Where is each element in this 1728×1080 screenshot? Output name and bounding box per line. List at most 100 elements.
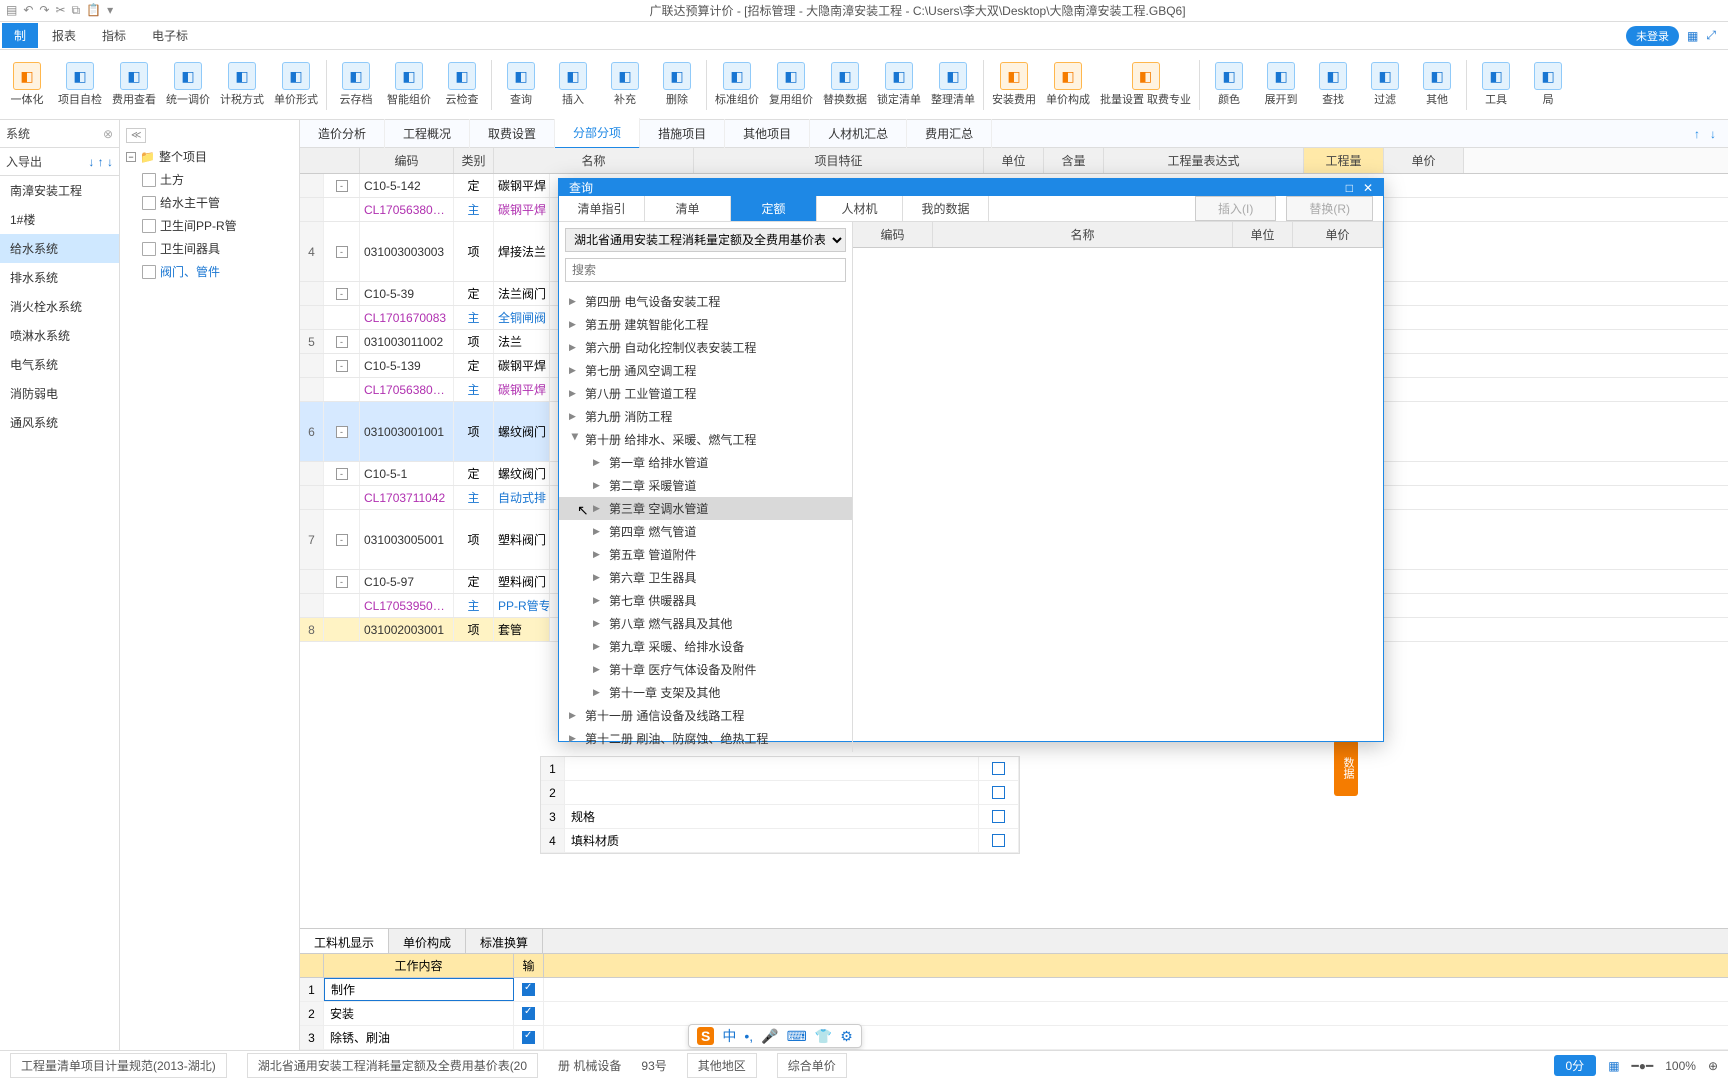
ribbon-14[interactable]: ◧删除 — [652, 52, 702, 118]
brow-check[interactable] — [514, 1026, 544, 1049]
leftnav-item[interactable]: 给水系统 — [0, 234, 119, 263]
tree-item[interactable]: 给水主干管 — [122, 191, 297, 214]
tree-item[interactable]: 土方 — [122, 168, 297, 191]
zoom-slider[interactable]: ━●━ — [1632, 1059, 1654, 1073]
subtab-1[interactable]: 工程概况 — [385, 119, 470, 148]
ime-skin-icon[interactable]: 👕 — [815, 1028, 832, 1045]
subtab-5[interactable]: 其他项目 — [725, 119, 810, 148]
ribbon-32[interactable]: ◧工具 — [1471, 52, 1521, 118]
status-region[interactable]: 其他地区 — [687, 1053, 757, 1078]
row-expand[interactable] — [324, 594, 360, 617]
ribbon-11[interactable]: ◧查询 — [496, 52, 546, 118]
ribbon-19[interactable]: ◧锁定清单 — [873, 52, 925, 118]
ribbon-27[interactable]: ◧展开到 — [1256, 52, 1306, 118]
ribbon-22[interactable]: ◧安装费用 — [988, 52, 1040, 118]
login-button[interactable]: 未登录 — [1626, 26, 1679, 46]
grid-header-2[interactable]: 类别 — [454, 148, 494, 173]
expand-icon[interactable]: ⤢ — [1706, 28, 1716, 43]
nav-arrows[interactable]: ↑↓ — [1682, 127, 1728, 141]
ribbon-9[interactable]: ◧云检查 — [437, 52, 487, 118]
rr-check[interactable] — [979, 805, 1019, 828]
ribbon-26[interactable]: ◧颜色 — [1204, 52, 1254, 118]
row-expand[interactable] — [324, 486, 360, 509]
status-quota[interactable]: 湖北省通用安装工程消耗量定额及全费用基价表(20 — [247, 1053, 538, 1078]
ribbon-30[interactable]: ◧其他 — [1412, 52, 1462, 118]
insert-button[interactable]: 插入(I) — [1195, 196, 1276, 221]
menu-tab-0[interactable]: 制 — [2, 23, 38, 48]
row-expand[interactable]: - — [324, 354, 360, 377]
ribbon-3[interactable]: ◧统一调价 — [162, 52, 214, 118]
tree-node[interactable]: ▶第五册 建筑智能化工程 — [559, 313, 852, 336]
dialog-close-icon[interactable]: ✕ — [1363, 181, 1373, 195]
rr-check[interactable] — [979, 757, 1019, 780]
row-expand[interactable]: - — [324, 174, 360, 197]
dialog-tab-1[interactable]: 清单 — [645, 196, 731, 221]
bottom-tab-0[interactable]: 工料机显示 — [300, 929, 389, 953]
right-row[interactable]: 1 — [541, 757, 1019, 781]
tree-item[interactable]: 阀门、管件 — [122, 260, 297, 283]
tree-node[interactable]: ▶第一章 给排水管道 — [559, 451, 852, 474]
copy-icon[interactable]: ⧉ — [72, 3, 81, 18]
row-expand[interactable]: - — [324, 570, 360, 593]
leftnav-item[interactable]: 南漳安装工程 — [0, 176, 119, 205]
ribbon-17[interactable]: ◧复用组价 — [765, 52, 817, 118]
bottom-row[interactable]: 1制作 — [300, 978, 1728, 1002]
row-expand[interactable] — [324, 378, 360, 401]
ribbon-24[interactable]: ◧批量设置 取费专业 — [1096, 52, 1195, 118]
menu-tab-1[interactable]: 报表 — [40, 23, 88, 48]
menu-tab-2[interactable]: 指标 — [90, 23, 138, 48]
ribbon-1[interactable]: ◧项目自检 — [54, 52, 106, 118]
score-badge[interactable]: 0分 — [1554, 1055, 1597, 1076]
grid-header-8[interactable]: 工程量 — [1304, 148, 1384, 173]
leftnav-item[interactable]: 消火栓水系统 — [0, 292, 119, 321]
grid-header-3[interactable]: 名称 — [494, 148, 694, 173]
dialog-titlebar[interactable]: 查询 □ ✕ — [559, 179, 1383, 196]
cut-icon[interactable]: ✂ — [55, 3, 65, 18]
bottom-row[interactable]: 3除锈、刷油 — [300, 1026, 1728, 1050]
ribbon-8[interactable]: ◧智能组价 — [383, 52, 435, 118]
grid-header-1[interactable]: 编码 — [360, 148, 454, 173]
row-expand[interactable] — [324, 306, 360, 329]
replace-button[interactable]: 替换(R) — [1286, 196, 1373, 221]
row-expand[interactable]: - — [324, 402, 360, 461]
ime-punct-icon[interactable]: •, — [744, 1028, 753, 1044]
right-row[interactable]: 2 — [541, 781, 1019, 805]
grid-header-0[interactable] — [300, 148, 360, 173]
ribbon-13[interactable]: ◧补充 — [600, 52, 650, 118]
import-export-label[interactable]: 入导出 — [6, 153, 42, 170]
rr-check[interactable] — [979, 829, 1019, 852]
ime-settings-icon[interactable]: ⚙ — [840, 1028, 853, 1045]
ribbon-33[interactable]: ◧局 — [1523, 52, 1573, 118]
quota-tree[interactable]: ▶第四册 电气设备安装工程▶第五册 建筑智能化工程▶第六册 自动化控制仪表安装工… — [559, 288, 852, 752]
tree-node[interactable]: ▶第九册 消防工程 — [559, 405, 852, 428]
bottom-tab-1[interactable]: 单价构成 — [389, 929, 466, 953]
tree-root[interactable]: − 📁 整个项目 — [122, 145, 297, 168]
tree-node[interactable]: ▶第三章 空调水管道 — [559, 497, 852, 520]
bottom-row[interactable]: 2安装 — [300, 1002, 1728, 1026]
grid-header-7[interactable]: 工程量表达式 — [1104, 148, 1304, 173]
status-price[interactable]: 综合单价 — [777, 1053, 847, 1078]
ribbon-5[interactable]: ◧单价形式 — [270, 52, 322, 118]
ribbon-2[interactable]: ◧费用查看 — [108, 52, 160, 118]
ime-toolbar[interactable]: S 中 •, 🎤 ⌨ 👕 ⚙ — [688, 1024, 862, 1048]
tree-node[interactable]: ▶第八章 燃气器具及其他 — [559, 612, 852, 635]
subtab-0[interactable]: 造价分析 — [300, 119, 385, 148]
tree-node[interactable]: ▶第五章 管道附件 — [559, 543, 852, 566]
ribbon-7[interactable]: ◧云存档 — [331, 52, 381, 118]
ribbon-16[interactable]: ◧标准组价 — [711, 52, 763, 118]
tree-node[interactable]: ▶第二章 采暖管道 — [559, 474, 852, 497]
leftnav-item[interactable]: 排水系统 — [0, 263, 119, 292]
tree-node[interactable]: ▶第六章 卫生器具 — [559, 566, 852, 589]
tree-node[interactable]: ▶第十二册 刷油、防腐蚀、绝热工程 — [559, 727, 852, 750]
redo-icon[interactable]: ↷ — [39, 3, 49, 18]
ribbon-18[interactable]: ◧替换数据 — [819, 52, 871, 118]
dialog-tab-4[interactable]: 我的数据 — [903, 196, 989, 221]
dialog-tab-2[interactable]: 定额 — [731, 196, 817, 221]
row-expand[interactable] — [324, 618, 360, 641]
dialog-maximize-icon[interactable]: □ — [1346, 181, 1353, 195]
nav-arrows[interactable]: ↓ ↑ ↓ — [88, 155, 113, 169]
undo-icon[interactable]: ↶ — [23, 3, 33, 18]
ribbon-0[interactable]: ◧一体化 — [2, 52, 52, 118]
ribbon-12[interactable]: ◧插入 — [548, 52, 598, 118]
ribbon-23[interactable]: ◧单价构成 — [1042, 52, 1094, 118]
